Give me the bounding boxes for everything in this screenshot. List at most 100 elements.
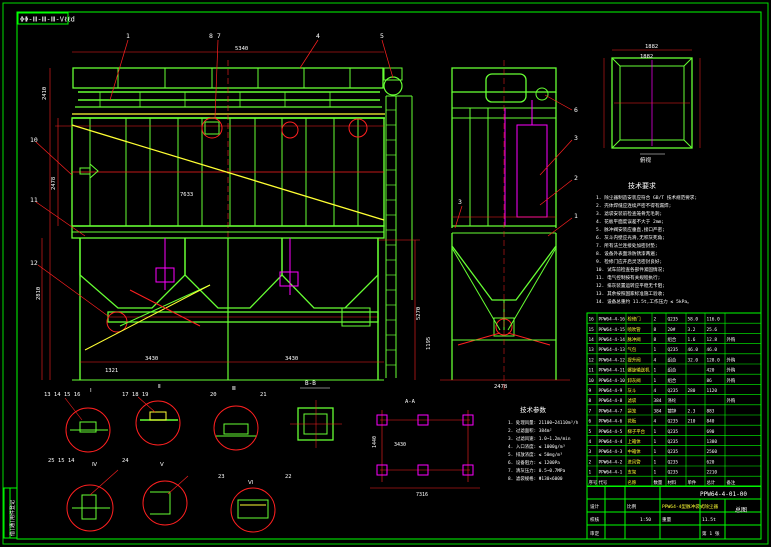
side-callout-2: 2: [574, 174, 578, 182]
parts-cell: 总计: [707, 479, 716, 486]
parts-cell: 材料: [668, 479, 677, 486]
parts-cell: PPW64-4-12: [599, 357, 626, 363]
param-7: 7. 清灰压力: 0.5~0.7MPa: [508, 467, 566, 474]
parts-cell: 25.6: [707, 327, 718, 333]
parts-cell: 组合: [668, 336, 677, 343]
parts-cell: 喷吹管: [628, 326, 642, 333]
detail-ref-7: 23: [218, 474, 225, 480]
parts-cell: 备注: [727, 479, 736, 486]
scale-label: 比例: [627, 503, 637, 510]
parts-cell: 883: [707, 408, 715, 414]
tech-line-14: 14. 设备总重约 11.5t,工作压力 ≤ 5kPa。: [596, 298, 692, 305]
detail-ref-5: 25 15 14: [48, 458, 75, 464]
parts-cell: 组合: [668, 377, 677, 384]
parts-cell: 9: [589, 388, 592, 394]
parts-cell: 组合: [668, 356, 677, 363]
parts-cell: Q235: [668, 429, 679, 435]
parts-cell: 卸灰阀: [628, 377, 641, 384]
parts-cell: PPW64-4-8: [599, 398, 623, 404]
parts-cell: 46.0: [707, 347, 718, 353]
side-callout-1: 1: [574, 212, 578, 220]
parts-cell: 840: [707, 419, 715, 425]
parts-cell: 4: [654, 388, 657, 394]
anchor-dim-a: 3430: [394, 442, 406, 448]
tech-line-7: 7. 所有法兰连接处加密封垫;: [596, 242, 658, 249]
parts-cell: 5: [589, 429, 592, 435]
title-tag: ΦΦ-Ⅲ-Ⅲ-Ⅲ-Vℓℓd: [20, 16, 75, 24]
parts-cell: 1: [654, 368, 657, 374]
parts-cell: 384: [654, 408, 662, 414]
parts-cell: 2: [589, 459, 592, 465]
parts-cell: 1: [654, 459, 657, 465]
sheet-label: 总图: [735, 506, 747, 514]
parts-cell: 外购: [727, 336, 736, 343]
detail-mark-6: Ⅵ: [248, 480, 253, 486]
parts-cell: 15: [589, 327, 595, 333]
detail-mark-2: Ⅱ: [158, 384, 161, 390]
parts-cell: 外购: [727, 377, 736, 384]
callout-4: 4: [316, 32, 320, 40]
parts-cell: 脉冲阀: [628, 336, 641, 343]
parts-cell: 8: [654, 327, 657, 333]
plan-label: 俯视: [640, 156, 652, 164]
detail-ref-6: 24: [122, 458, 129, 464]
tech-line-6: 6. 灰斗内壁应光滑,无积灰死角;: [596, 234, 665, 241]
parts-cell: PPW64-4-10: [599, 378, 626, 384]
detail-ref-4: 21: [260, 392, 267, 398]
callout-10: 10: [30, 136, 38, 144]
dim-leg: 5270: [416, 307, 422, 320]
dim-left-span: 3430: [145, 356, 158, 362]
checker-label: 校核: [590, 516, 600, 523]
param-3: 3. 过滤风速: 1.0~1.2m/min: [508, 435, 571, 442]
parts-cell: Q235: [668, 449, 679, 455]
callout-11: 11: [30, 196, 38, 204]
dim-height-total: 1195: [426, 337, 432, 350]
dim-right-span: 3430: [285, 356, 298, 362]
approver-label: 审定: [590, 530, 600, 537]
parts-cell: PPW64-4-2: [599, 459, 623, 465]
parts-cell: 单件: [688, 479, 697, 486]
parts-cell: 58.0: [688, 317, 699, 323]
side-callout-3b: 3: [458, 198, 462, 206]
plan-inner-dim: 1882: [640, 54, 653, 60]
parts-cell: PPW64-4-16: [599, 317, 626, 323]
parts-cell: 名称: [628, 479, 637, 486]
parts-cell: 梯子平台: [628, 428, 646, 435]
parts-cell: Q235: [668, 470, 679, 476]
parts-cell: 袋笼: [628, 407, 637, 414]
plan-top-dim: 1882: [645, 44, 658, 50]
parts-cell: 4: [654, 357, 657, 363]
parts-cell: 13: [589, 347, 595, 353]
anchor-dim-b: 7316: [416, 492, 428, 498]
parts-cell: 提升阀: [628, 356, 641, 363]
parts-cell: Q235: [668, 347, 679, 353]
param-8: 8. 滤袋规格: Φ130×6000: [508, 475, 563, 482]
left-strip-text: 借(通)用件登记: [9, 500, 16, 536]
detail-ref-3: 20: [210, 392, 217, 398]
parts-cell: 280: [688, 388, 696, 394]
tech-line-1: 1. 除尘器制造安装应符合 GB/T 技术规范要求;: [596, 194, 697, 201]
parts-cell: 11: [589, 368, 595, 374]
parts-cell: 384: [654, 398, 662, 404]
tech-line-13: 13. 其余按照国家标准施工验收;: [596, 290, 665, 297]
parts-cell: 12: [589, 357, 595, 363]
tech-line-8: 8. 设备外表面涂防锈漆两遍;: [596, 250, 658, 257]
drawing-name: PPW64-4型脉冲袋式除尘器: [662, 503, 719, 510]
parts-cell: 116.0: [707, 317, 721, 323]
parts-cell: PPW64-4-1: [599, 470, 623, 476]
parts-cell: 中箱体: [628, 448, 642, 455]
callout-5: 5: [380, 32, 384, 40]
parts-cell: 1380: [707, 439, 718, 445]
parts-cell: 7: [589, 408, 592, 414]
parts-cell: 1: [654, 378, 657, 384]
detail-ref-1: 13 14 15 16: [44, 392, 80, 398]
parts-cell: PPW64-4-6: [599, 419, 623, 425]
parts-cell: PPW64-4-15: [599, 327, 626, 333]
parts-cell: Q235: [668, 317, 679, 323]
parts-cell: 16: [589, 317, 595, 323]
cad-drawing: ΦΦ-Ⅲ-Ⅲ-Ⅲ-Vℓℓd 借(通)用件登记 5340 7633 3430 34…: [0, 0, 771, 547]
tech-line-4: 4. 花板平面度误差不大于 2mm;: [596, 218, 664, 225]
parts-cell: 210: [688, 419, 696, 425]
parts-cell: 进风管: [628, 458, 642, 465]
tech-line-3: 3. 滤袋安装前检查笼骨无毛刺;: [596, 210, 662, 217]
